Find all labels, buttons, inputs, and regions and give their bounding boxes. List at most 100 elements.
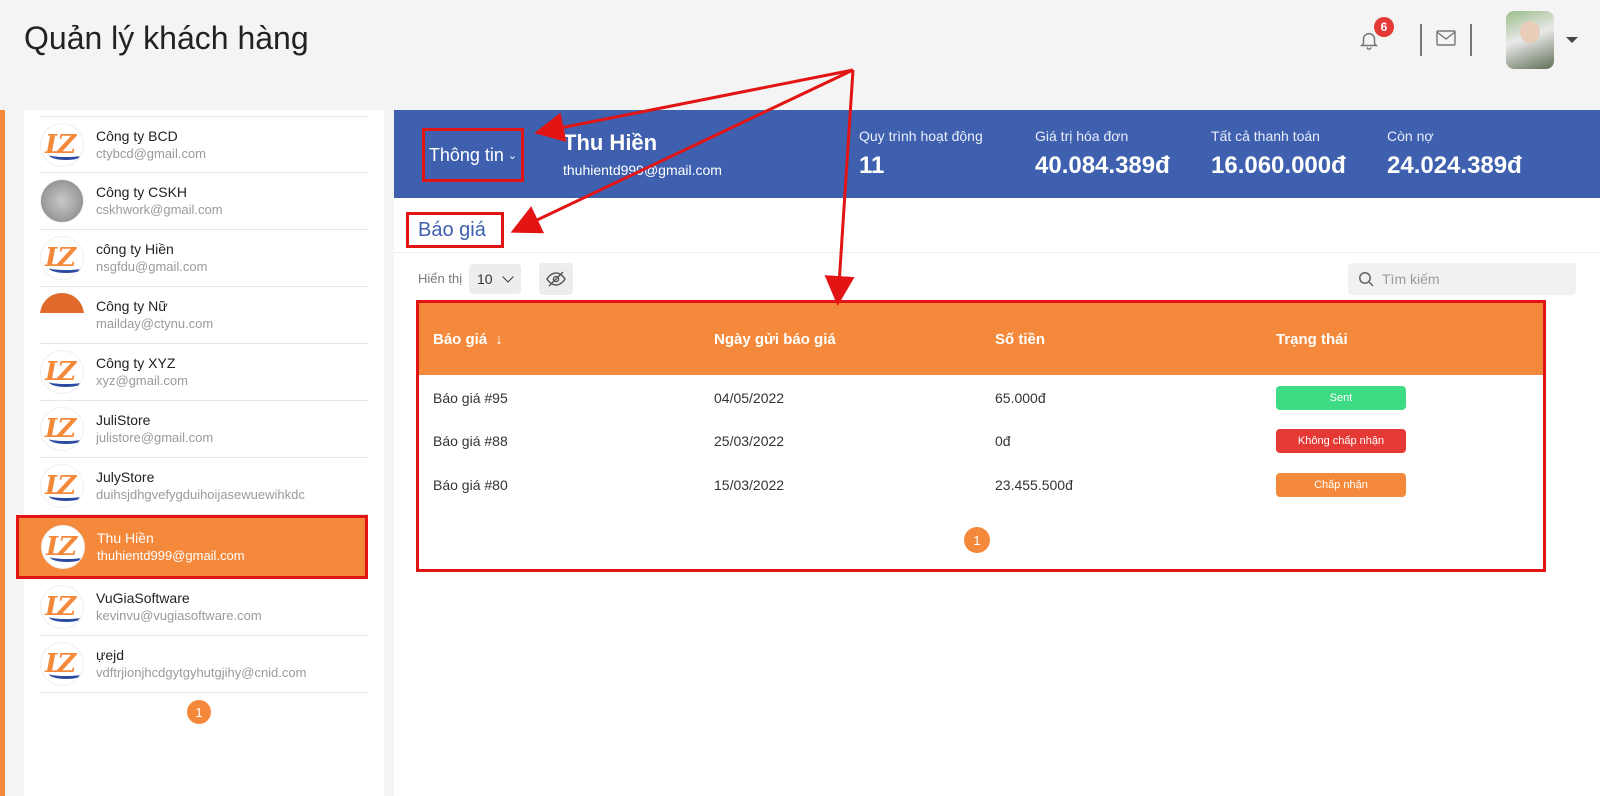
customer-detail-panel: Thông tin ⌄ Thu Hiền thuhientd999@gmail.… bbox=[394, 110, 1600, 796]
quote-amount: 23.455.500đ bbox=[995, 477, 1073, 493]
quote-status-cell: Không chấp nhận bbox=[1262, 419, 1543, 463]
quotes-table-body: Báo giá #95 04/05/2022 65.000đ Sent Báo giá … bbox=[419, 375, 1543, 507]
customer-banner: Thông tin ⌄ Thu Hiền thuhientd999@gmail.… bbox=[394, 110, 1600, 198]
customer-list-name: JulyStore bbox=[96, 469, 155, 485]
customer-list-item[interactable]: LZ VuGiaSoftware kevinvu@vugiasoftware.com bbox=[40, 579, 368, 636]
eye-off-icon bbox=[546, 271, 566, 287]
stat-label: Giá trị hóa đơn bbox=[1035, 128, 1129, 144]
customer-list-name: Công ty CSKH bbox=[96, 184, 188, 200]
customer-list-email: ctybcd@gmail.com bbox=[96, 145, 207, 161]
customer-list-name: JuliStore bbox=[96, 412, 151, 428]
notification-button[interactable]: 6 bbox=[1354, 17, 1394, 55]
customer-list-item[interactable]: LZ ựejd vdftrjionjhcdgytgyhutgjihy@cnid.co… bbox=[40, 636, 368, 693]
customer-info: Thu Hiền thuhientd999@gmail.com bbox=[97, 530, 245, 564]
customer-sidebar: LZ Công ty BCD ctybcd@gmail.com Công ty CSK… bbox=[16, 110, 384, 796]
customer-list-item[interactable]: LZ công ty Hiền nsgfdu@gmail.com bbox=[40, 230, 368, 287]
search-box[interactable] bbox=[1348, 263, 1576, 295]
customer-list-item[interactable]: LZ Công ty BCD ctybcd@gmail.com bbox=[40, 116, 368, 173]
customer-name: Thu Hiền bbox=[563, 130, 658, 155]
column-header-amount[interactable]: Số tiền bbox=[981, 303, 1262, 375]
quotes-table: Báo giá ↓ Ngày gửi báo giá Số tiền Trạng … bbox=[419, 303, 1543, 507]
page-size-select[interactable]: 10 bbox=[469, 264, 521, 294]
stat-debt: Còn nợ 24.024.389đ bbox=[1387, 128, 1522, 180]
customer-list-item[interactable]: LZ Công ty XYZ xyz@gmail.com bbox=[40, 344, 368, 401]
stat-invoice-value: Giá trị hóa đơn 40.084.389đ bbox=[1035, 128, 1170, 180]
status-badge: Sent bbox=[1276, 386, 1406, 410]
column-header-date[interactable]: Ngày gửi báo giá bbox=[700, 303, 981, 375]
stat-value: 16.060.000đ bbox=[1211, 152, 1346, 179]
customer-list-item[interactable]: LZ JulyStore duihsjdhgvefygduihoijasewuewi… bbox=[40, 458, 368, 515]
stat-value: 40.084.389đ bbox=[1035, 152, 1170, 179]
section-title[interactable]: Báo giá bbox=[406, 212, 504, 248]
customer-info: JulyStore duihsjdhgvefygduihoijasewuewihk… bbox=[96, 469, 305, 503]
stat-activity: Quy trình hoạt động 11 bbox=[859, 128, 983, 180]
search-icon bbox=[1359, 272, 1374, 287]
page-title: Quản lý khách hàng bbox=[24, 20, 309, 56]
customer-list-email: kevinvu@vugiasoftware.com bbox=[96, 608, 262, 623]
quote-id[interactable]: Báo giá #88 bbox=[419, 419, 700, 463]
customer-list-name: Công ty Nữ bbox=[96, 298, 168, 314]
customer-info: Công ty BCD ctybcd@gmail.com bbox=[96, 128, 206, 162]
quote-date: 25/03/2022 bbox=[714, 433, 785, 449]
customer-list-name: Công ty BCD bbox=[96, 127, 178, 144]
customer-info: Công ty Nữ mailday@ctynu.com bbox=[96, 298, 213, 332]
quote-id[interactable]: Báo giá #95 bbox=[419, 375, 700, 419]
column-header-quote[interactable]: Báo giá ↓ bbox=[419, 303, 700, 375]
customer-list-item[interactable]: Công ty Nữ mailday@ctynu.com bbox=[40, 287, 368, 344]
left-accent-bar bbox=[0, 110, 5, 796]
customer-logo: LZ bbox=[40, 642, 84, 686]
chevron-down-icon bbox=[502, 271, 514, 283]
customer-list-name: ựejd bbox=[96, 647, 125, 663]
customer-list-name: Công ty XYZ bbox=[96, 355, 176, 371]
status-badge: Không chấp nhận bbox=[1276, 429, 1406, 453]
info-dropdown[interactable]: Thông tin ⌄ bbox=[422, 128, 524, 182]
toggle-columns-button[interactable] bbox=[539, 263, 573, 295]
quote-status-cell: Chấp nhận bbox=[1262, 463, 1543, 507]
notification-badge: 6 bbox=[1374, 17, 1394, 37]
customer-list-name: Thu Hiền bbox=[97, 530, 154, 546]
column-header-status[interactable]: Trạng thái bbox=[1262, 303, 1543, 375]
mail-icon bbox=[1436, 29, 1456, 46]
quote-amount: 0đ bbox=[995, 433, 1011, 449]
status-badge: Chấp nhận bbox=[1276, 473, 1406, 497]
customer-logo: LZ bbox=[41, 525, 85, 569]
customer-list-item[interactable]: LZ JuliStore julistore@gmail.com bbox=[40, 401, 368, 458]
quote-date: 15/03/2022 bbox=[714, 477, 785, 493]
search-input[interactable] bbox=[1382, 271, 1562, 287]
customer-logo: LZ bbox=[40, 350, 84, 394]
customer-logo: LZ bbox=[40, 464, 84, 508]
user-avatar[interactable] bbox=[1506, 11, 1554, 69]
quote-status-cell: Sent bbox=[1262, 375, 1543, 419]
sidebar-pagination-page[interactable]: 1 bbox=[187, 700, 211, 724]
stat-value: 24.024.389đ bbox=[1387, 152, 1522, 179]
customer-info: ựejd vdftrjionjhcdgytgyhutgjihy@cnid.com bbox=[96, 647, 306, 681]
customer-list-email: cskhwork@gmail.com bbox=[96, 202, 223, 217]
header-actions: 6 bbox=[1354, 8, 1578, 72]
customer-logo bbox=[40, 293, 84, 337]
customer-list-email: nsgfdu@gmail.com bbox=[96, 259, 208, 274]
stat-label: Quy trình hoạt động bbox=[859, 128, 983, 144]
table-pagination-page[interactable]: 1 bbox=[964, 527, 990, 553]
customer-email: thuhientd999@gmail.com bbox=[563, 162, 722, 178]
table-row[interactable]: Báo giá #88 25/03/2022 0đ Không chấp nhận bbox=[419, 419, 1543, 463]
quote-date: 04/05/2022 bbox=[714, 390, 785, 406]
customer-list-item[interactable]: Công ty CSKH cskhwork@gmail.com bbox=[40, 173, 368, 230]
quote-amount: 65.000đ bbox=[995, 390, 1046, 406]
stat-label: Còn nợ bbox=[1387, 128, 1434, 144]
divider bbox=[394, 252, 1600, 253]
mail-button[interactable] bbox=[1436, 29, 1456, 51]
customer-list-item[interactable]: LZ Thu Hiền thuhientd999@gmail.com bbox=[16, 515, 368, 579]
table-row[interactable]: Báo giá #80 15/03/2022 23.455.500đ Chấp nhậ… bbox=[419, 463, 1543, 507]
stat-value: 11 bbox=[859, 152, 885, 179]
customer-logo bbox=[40, 179, 84, 223]
sort-down-icon[interactable]: ↓ bbox=[495, 331, 503, 348]
chevron-down-icon[interactable] bbox=[1566, 37, 1578, 43]
customer-info: JuliStore julistore@gmail.com bbox=[96, 412, 213, 446]
table-row[interactable]: Báo giá #95 04/05/2022 65.000đ Sent bbox=[419, 375, 1543, 419]
quote-id[interactable]: Báo giá #80 bbox=[419, 463, 700, 507]
customer-logo: LZ bbox=[40, 407, 84, 451]
customer-info: VuGiaSoftware kevinvu@vugiasoftware.com bbox=[96, 590, 262, 624]
page-size-value: 10 bbox=[477, 271, 493, 287]
customer-list-email: vdftrjionjhcdgytgyhutgjihy@cnid.com bbox=[96, 665, 307, 680]
customer-list: LZ Công ty BCD ctybcd@gmail.com Công ty CSK… bbox=[16, 116, 384, 693]
